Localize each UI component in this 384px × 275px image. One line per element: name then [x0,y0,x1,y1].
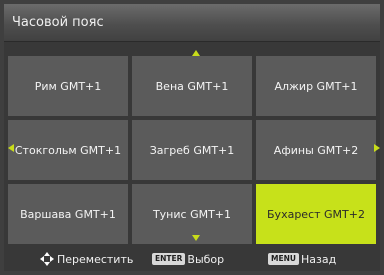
timezone-option-bucharest[interactable]: Бухарест GMT+2 [256,184,376,244]
scroll-right-arrow-icon[interactable] [374,144,380,152]
back-hint: MENU Назад [268,247,336,271]
scroll-left-arrow-icon[interactable] [8,144,14,152]
move-hint-label: Переместить [57,252,134,266]
timezone-option-zagreb[interactable]: Загреб GMT+1 [132,120,252,180]
footer-hints: Переместить ENTER Выбор MENU Назад [4,247,380,271]
navigation-arrows-icon [40,252,54,266]
timezone-option-stockholm[interactable]: Стокгольм GMT+1 [8,120,128,180]
timezone-grid: Рим GMT+1 Вена GMT+1 Алжир GMT+1 Стокгол… [8,56,376,246]
page-title: Часовой пояс [12,15,104,30]
timezone-option-warsaw[interactable]: Варшава GMT+1 [8,184,128,244]
timezone-option-vienna[interactable]: Вена GMT+1 [132,56,252,116]
enter-key-icon: ENTER [152,253,186,265]
page-title-bar: Часовой пояс [4,4,380,42]
scroll-up-arrow-icon[interactable] [192,50,200,56]
menu-key-icon: MENU [268,253,299,265]
scroll-down-arrow-icon[interactable] [192,235,200,241]
timezone-option-athens[interactable]: Афины GMT+2 [256,120,376,180]
move-hint: Переместить [40,247,133,271]
select-hint: ENTER Выбор [152,247,224,271]
timezone-screen: Часовой пояс Рим GMT+1 Вена GMT+1 Алжир … [4,4,380,271]
timezone-option-algiers[interactable]: Алжир GMT+1 [256,56,376,116]
back-hint-label: Назад [300,252,337,266]
select-hint-label: Выбор [187,252,225,266]
timezone-option-rome[interactable]: Рим GMT+1 [8,56,128,116]
